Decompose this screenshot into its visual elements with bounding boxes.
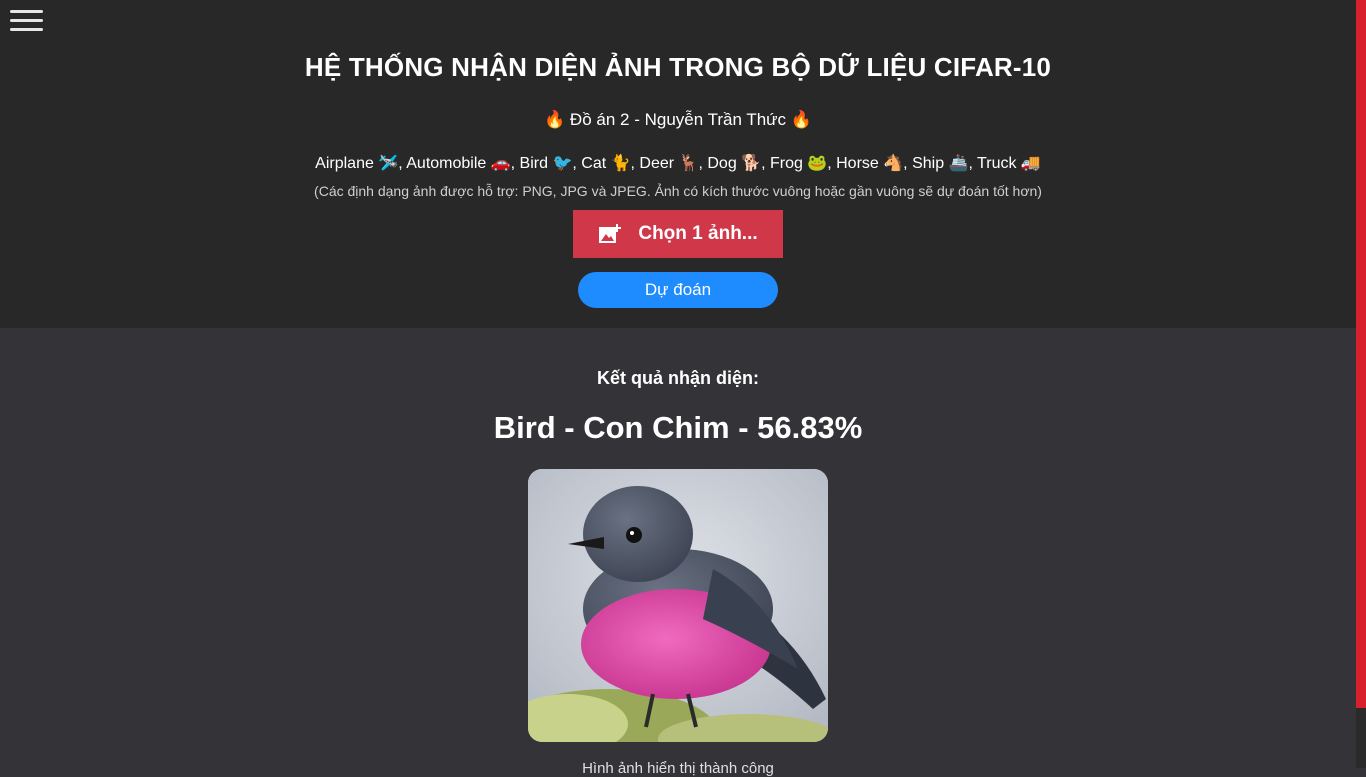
prediction-result: Bird - Con Chim - 56.83% [493,410,863,445]
format-hint: (Các định dạng ảnh được hỗ trợ: PNG, JPG… [314,183,1042,199]
header-section: HỆ THỐNG NHẬN DIỆN ẢNH TRONG BỘ DỮ LIỆU … [0,0,1356,328]
page-title: HỆ THỐNG NHẬN DIỆN ẢNH TRONG BỘ DỮ LIỆU … [304,52,1052,82]
add-photo-icon [598,223,622,245]
scrollbar-thumb[interactable] [1356,708,1366,768]
scrollbar-track[interactable] [1356,0,1366,768]
uploaded-bird-image [528,469,828,742]
image-caption: Hình ảnh hiển thị thành công [582,760,774,777]
choose-image-label: Chọn 1 ảnh... [638,223,758,244]
menu-line [10,19,43,22]
choose-image-button[interactable]: Chọn 1 ảnh... [573,210,783,258]
project-subtitle: 🔥 Đồ án 2 - Nguyễn Trần Thức 🔥 [544,110,812,129]
menu-line [10,28,43,31]
predict-button[interactable]: Dự đoán [578,272,778,308]
menu-line [10,10,43,13]
result-heading: Kết quả nhận diện: [597,368,759,388]
hamburger-menu-icon[interactable] [10,9,43,33]
class-list: Airplane 🛩️, Automobile 🚗, Bird 🐦, Cat 🐈… [315,155,1041,172]
